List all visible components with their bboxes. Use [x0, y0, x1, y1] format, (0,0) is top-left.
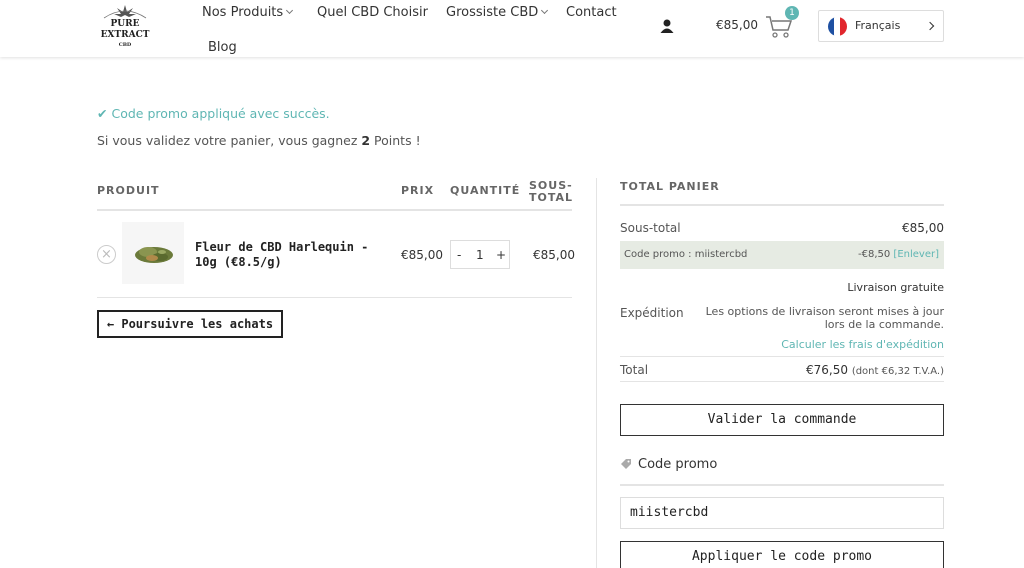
user-icon[interactable] [659, 18, 675, 34]
table-row-divider [97, 297, 572, 298]
cart-totals-title: TOTAL PANIER [620, 180, 720, 193]
shipping-label: Expédition [620, 306, 684, 320]
chevron-right-icon [925, 21, 935, 31]
applied-promo-row: Code promo : miistercbd -€8,50 [Enlever] [620, 241, 944, 269]
language-selector[interactable]: Français [818, 10, 944, 42]
table-header-divider [97, 209, 572, 211]
tag-icon [621, 459, 631, 469]
nav-wholesale[interactable]: Grossiste CBD [446, 5, 549, 20]
remove-promo-link[interactable]: [Enlever] [893, 249, 939, 260]
nav-wholesale-label: Grossiste CBD [446, 5, 539, 20]
header-subtotal: SOUS- TOTAL [529, 180, 573, 204]
quantity-value[interactable]: 1 [476, 248, 484, 262]
header-product: PRODUIT [97, 184, 160, 197]
total-label: Total [620, 363, 649, 377]
nav-contact[interactable]: Contact [566, 5, 617, 20]
promo-code-input[interactable]: miistercbd [620, 497, 944, 529]
totals-divider [620, 356, 944, 357]
nav-choose[interactable]: Quel CBD Choisir [317, 5, 428, 20]
header-subtotal-line2: TOTAL [529, 191, 574, 204]
logo[interactable]: PURE EXTRACT CBD [96, 2, 154, 52]
shipping-note: Les options de livraison seront mises à … [705, 305, 944, 331]
item-price: €85,00 [401, 248, 443, 262]
chevron-down-icon [286, 6, 294, 15]
total-amount: €76,50 [805, 363, 848, 377]
cart-count-badge: 1 [785, 6, 799, 20]
decrement-button[interactable]: - [457, 248, 461, 262]
increment-button[interactable]: + [496, 248, 506, 262]
promo-title-divider [620, 484, 944, 486]
product-name-link[interactable]: Fleur de CBD Harlequin - 10g (€8.5/g) [195, 240, 390, 270]
column-divider [596, 178, 597, 568]
continue-shopping-button[interactable]: ← Poursuivre les achats [97, 310, 283, 338]
total-value: €76,50 (dont €6,32 T.V.A.) [806, 363, 944, 377]
remove-item-button[interactable]: × [97, 245, 116, 264]
language-label: Français [855, 19, 901, 32]
svg-text:CBD: CBD [119, 42, 132, 48]
promo-code-title: Code promo [638, 457, 718, 472]
points-notice: Si vous validez votre panier, vous gagne… [97, 133, 421, 148]
applied-promo-label: Code promo : miistercbd [624, 249, 748, 260]
applied-promo-value: -€8,50 [Enlever] [858, 249, 939, 260]
apply-promo-button[interactable]: Appliquer le code promo [620, 541, 944, 568]
points-text-after: Points ! [370, 133, 421, 148]
total-bottom-divider [620, 381, 944, 382]
header-quantity: QUANTITÉ [450, 184, 521, 197]
svg-text:EXTRACT: EXTRACT [101, 30, 150, 40]
item-subtotal: €85,00 [533, 248, 575, 262]
quantity-stepper[interactable]: - 1 + [450, 240, 510, 269]
subtotal-value: €85,00 [902, 221, 944, 235]
france-flag-icon [828, 17, 847, 36]
product-image[interactable] [122, 222, 184, 284]
svg-text:PURE: PURE [111, 19, 140, 29]
free-shipping-label: Livraison gratuite [847, 281, 944, 294]
header-price: PRIX [401, 184, 435, 197]
check-icon: ✔ [97, 106, 108, 121]
nav-products-label: Nos Produits [202, 5, 284, 20]
points-value: 2 [361, 133, 371, 148]
promo-discount: -€8,50 [857, 249, 891, 260]
nav-products[interactable]: Nos Produits [202, 5, 294, 20]
site-header: PURE EXTRACT CBD Nos Produits Quel CBD C… [0, 0, 1024, 57]
success-notice: ✔ Code promo appliqué avec succès. [97, 106, 330, 121]
totals-title-divider [620, 204, 944, 206]
success-text: Code promo appliqué avec succès. [111, 106, 330, 121]
cart-total[interactable]: €85,00 [716, 18, 758, 32]
total-tax: (dont €6,32 T.V.A.) [851, 366, 944, 377]
checkout-button[interactable]: Valider la commande [620, 404, 944, 436]
calculate-shipping-link[interactable]: Calculer les frais d'expédition [781, 338, 944, 351]
subtotal-label: Sous-total [620, 221, 681, 235]
nav-blog[interactable]: Blog [208, 40, 237, 55]
chevron-down-icon [541, 6, 549, 15]
points-text-before: Si vous validez votre panier, vous gagne… [97, 133, 362, 148]
